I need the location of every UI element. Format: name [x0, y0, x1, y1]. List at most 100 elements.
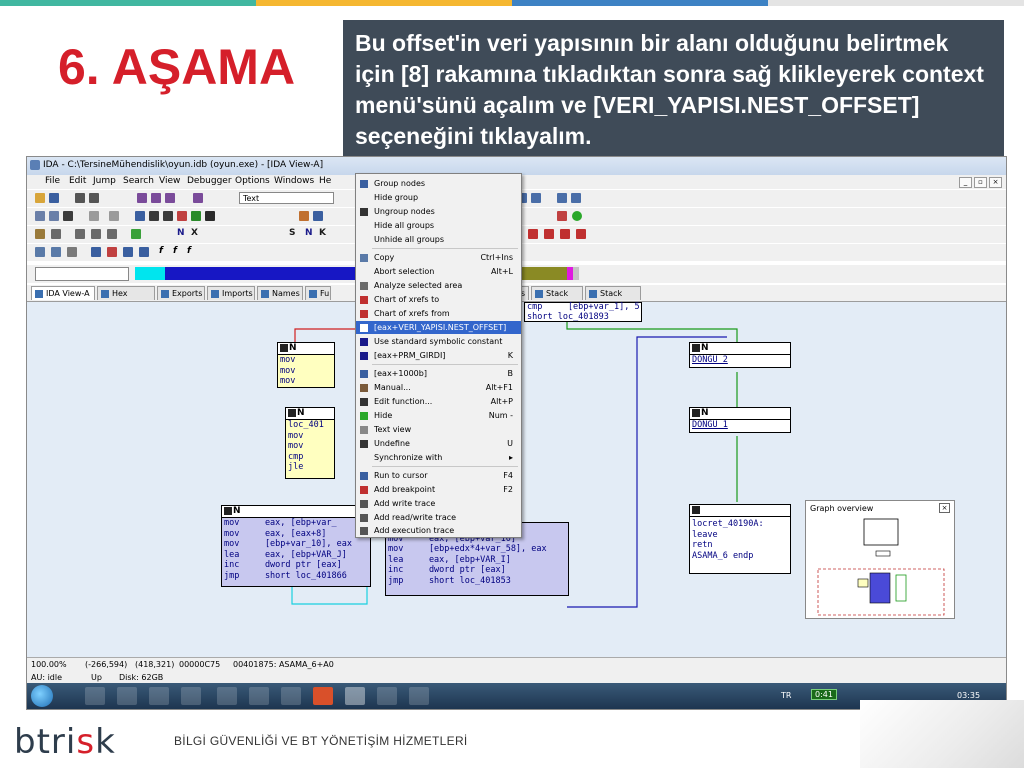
close-button[interactable]: × [989, 177, 1002, 188]
menu-item-abort-selection[interactable]: Abort selection Alt+L [356, 265, 521, 278]
operand-icon[interactable] [35, 229, 45, 239]
tab-names[interactable]: Names [257, 286, 303, 300]
notepad-icon[interactable] [51, 247, 61, 257]
octal-icon[interactable] [107, 229, 117, 239]
data-icon[interactable] [313, 211, 323, 221]
node-loop[interactable]: N loc_401 mov mov cmp jle [285, 407, 335, 479]
open-icon[interactable] [35, 193, 45, 203]
dec-icon[interactable] [75, 229, 85, 239]
clock[interactable]: 03:35 [957, 691, 980, 700]
start-button[interactable] [31, 685, 53, 707]
node-dongu-1[interactable]: N DONGU_1 [689, 407, 791, 433]
tab-imports[interactable]: Imports [207, 286, 255, 300]
find-text-icon[interactable] [165, 193, 175, 203]
outlook-icon[interactable] [117, 687, 137, 705]
tool-icon[interactable] [409, 687, 429, 705]
n-icon[interactable]: N [177, 228, 185, 238]
code-icon[interactable] [299, 211, 309, 221]
segment-icon[interactable] [35, 211, 45, 221]
menu-item-manual[interactable]: Manual... Alt+F1 [356, 381, 521, 394]
seg5-icon[interactable] [139, 247, 149, 257]
menu-debugger[interactable]: Debugger [187, 176, 232, 186]
folder-icon[interactable] [181, 687, 201, 705]
menu-item-undefine[interactable]: Undefine U [356, 437, 521, 450]
menu-search[interactable]: Search [123, 176, 154, 186]
nav-segment[interactable] [573, 267, 579, 280]
graph-icon[interactable] [557, 193, 567, 203]
layout3-icon[interactable] [531, 193, 541, 203]
seg3-icon[interactable] [107, 247, 117, 257]
nav-segment[interactable] [135, 267, 165, 280]
tab-ida-view-a[interactable]: IDA View-A [31, 286, 95, 300]
powerpoint-icon[interactable] [313, 687, 333, 705]
hex-icon[interactable] [89, 211, 99, 221]
enum-icon[interactable] [63, 211, 73, 221]
table-icon[interactable] [571, 193, 581, 203]
menu-jump[interactable]: Jump [93, 176, 116, 186]
strings-icon[interactable] [109, 211, 119, 221]
tab-exports[interactable]: Exports [157, 286, 205, 300]
x-icon[interactable]: X [191, 228, 198, 238]
menu-options[interactable]: Options [235, 176, 270, 186]
menu-edit[interactable]: Edit [69, 176, 86, 186]
xref-icon[interactable] [163, 211, 173, 221]
menu-item-add-execution-trace[interactable]: Add execution trace [356, 524, 521, 537]
menu-item-symbolic-constant[interactable]: Use standard symbolic constant [356, 335, 521, 348]
node-load-nest[interactable]: N mov eax, [ebp+var_ mov eax, [eax+8] mo… [221, 505, 371, 587]
menu-item-chart-xrefs-to[interactable]: Chart of xrefs to [356, 293, 521, 306]
menu-item-group-nodes[interactable]: Group nodes [356, 177, 521, 190]
bin-icon[interactable] [91, 229, 101, 239]
graph-red3-icon[interactable] [544, 229, 554, 239]
name-icon[interactable] [135, 211, 145, 221]
menu-item-hide[interactable]: Hide Num - [356, 409, 521, 422]
function-f3-icon[interactable]: f [187, 246, 191, 256]
find-next-icon[interactable] [151, 193, 161, 203]
k-icon[interactable]: K [319, 228, 326, 238]
graph-red5-icon[interactable] [576, 229, 586, 239]
green-flag-icon[interactable] [191, 211, 201, 221]
node-compare[interactable]: cmp [ebp+var_1], 5 short loc_401893 [524, 302, 642, 322]
language-indicator[interactable]: TR [781, 691, 791, 700]
node-dongu-2[interactable]: N DONGU_2 [689, 342, 791, 368]
graph-red4-icon[interactable] [560, 229, 570, 239]
search-type-select[interactable]: Text [239, 192, 334, 204]
stop-icon[interactable] [557, 211, 567, 221]
ie-icon[interactable] [85, 687, 105, 705]
menu-item-add-write-trace[interactable]: Add write trace [356, 497, 521, 510]
segment-select[interactable] [35, 267, 129, 281]
restore-button[interactable]: ▫ [974, 177, 987, 188]
menu-help[interactable]: He [319, 176, 331, 186]
recording-counter[interactable]: 0:41 [811, 689, 837, 700]
n2-icon[interactable]: N [305, 228, 313, 238]
app-icon[interactable] [281, 687, 301, 705]
menu-item-synchronize-with[interactable]: Synchronize with ▸ [356, 451, 521, 464]
menu-item-add-read-write-trace[interactable]: Add read/write trace [356, 511, 521, 524]
struct-icon[interactable] [49, 211, 59, 221]
patch-icon[interactable] [177, 211, 187, 221]
node-init[interactable]: N mov mov mov [277, 342, 335, 388]
black-square-icon[interactable] [205, 211, 215, 221]
tab-functions[interactable]: Fu [305, 286, 331, 300]
menu-item-analyze-selected-area[interactable]: Analyze selected area [356, 279, 521, 292]
char-icon[interactable] [131, 229, 141, 239]
calc-icon[interactable] [35, 247, 45, 257]
menu-item-add-breakpoint[interactable]: Add breakpoint F2 [356, 483, 521, 496]
run-icon[interactable] [572, 211, 582, 221]
calculator-icon[interactable] [217, 687, 237, 705]
graph-red2-icon[interactable] [528, 229, 538, 239]
menu-item-unhide-all-groups[interactable]: Unhide all groups [356, 233, 521, 246]
menu-item-ungroup-nodes[interactable]: Ungroup nodes [356, 205, 521, 218]
seg2-icon[interactable] [91, 247, 101, 257]
menu-item-edit-function[interactable]: Edit function... Alt+P [356, 395, 521, 408]
graph-overview-panel[interactable]: Graph overview × [805, 500, 955, 619]
forward-icon[interactable] [89, 193, 99, 203]
tab-stack-frame-2[interactable]: Stack frame [585, 286, 641, 312]
find-binary-icon[interactable] [193, 193, 203, 203]
menu-item-hide-all-groups[interactable]: Hide all groups [356, 219, 521, 232]
menu-item-run-to-cursor[interactable]: Run to cursor F4 [356, 469, 521, 482]
close-icon[interactable]: × [939, 503, 950, 513]
s-icon[interactable]: S [289, 228, 295, 238]
function-f-icon[interactable]: f [159, 246, 163, 256]
back-icon[interactable] [75, 193, 85, 203]
function-f2-icon[interactable]: f [173, 246, 177, 256]
